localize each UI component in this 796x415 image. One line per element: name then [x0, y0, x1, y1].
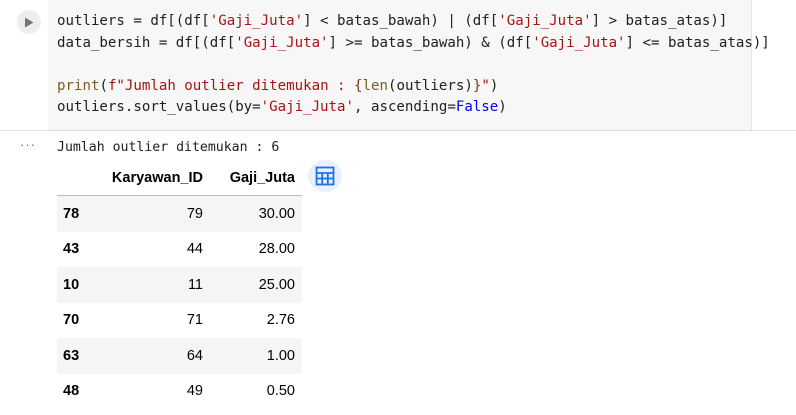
cell-output-separator — [0, 130, 796, 131]
row-index-cell: 10 — [57, 267, 98, 303]
more-horizontal-icon: ··· — [20, 137, 36, 152]
table-row: 70 71 2.76 — [57, 302, 302, 338]
code-token: (outliers) — [387, 77, 473, 94]
table-cell: 25.00 — [210, 267, 302, 303]
code-line: print(f"Jumlah outlier ditemukan : {len(… — [57, 76, 770, 98]
code-token: ) — [489, 77, 499, 94]
column-header-karyawan-id: Karyawan_ID — [98, 160, 210, 196]
table-row: 48 49 0.50 — [57, 373, 302, 409]
row-index-cell: 43 — [57, 231, 98, 267]
row-index-cell: 48 — [57, 373, 98, 409]
code-token: 'Gaji_Juta' — [498, 13, 592, 29]
code-token: print — [57, 77, 100, 94]
code-editor[interactable]: outliers = df[(df['Gaji_Juta'] < batas_b… — [57, 11, 770, 119]
table-cell: 2.76 — [210, 302, 302, 338]
table-cell: 11 — [98, 267, 210, 303]
code-token: ] <= batas_atas)] — [625, 34, 770, 51]
table-icon — [315, 166, 335, 186]
table-cell: 64 — [98, 338, 210, 374]
code-token: data_bersih = df[(df[ — [57, 34, 236, 51]
row-index-cell: 78 — [57, 195, 98, 232]
table-row: 10 11 25.00 — [57, 267, 302, 303]
code-token: " — [481, 77, 490, 94]
table-row: 63 64 1.00 — [57, 338, 302, 374]
code-line: outliers = df[(df['Gaji_Juta'] < batas_b… — [57, 11, 770, 33]
dataframe-table: Karyawan_ID Gaji_Juta 78 79 30.00 43 44 28.00… — [57, 160, 302, 409]
code-token: 'Gaji_Juta' — [235, 34, 329, 51]
output-text: Jumlah outlier ditemukan : 6 — [57, 140, 280, 155]
code-token: ] > batas_atas)] — [591, 13, 728, 29]
code-token: outliers.sort_values(by= — [57, 99, 261, 115]
code-token: 'Gaji_Juta' — [532, 34, 626, 51]
code-cell[interactable]: outliers = df[(df['Gaji_Juta'] < batas_b… — [0, 0, 796, 130]
play-icon — [25, 17, 34, 27]
run-cell-button[interactable] — [17, 10, 41, 34]
code-line: outliers.sort_values(by='Gaji_Juta', asc… — [57, 97, 770, 119]
column-header-gaji-juta: Gaji_Juta — [210, 160, 302, 196]
code-token: { — [354, 77, 363, 94]
code-token: False — [455, 99, 499, 115]
code-token: , ascending= — [354, 99, 456, 115]
code-token: f"Jumlah outlier ditemukan : — [107, 77, 355, 94]
code-token: 'Gaji_Juta' — [209, 13, 304, 29]
row-index-cell: 63 — [57, 338, 98, 374]
table-cell: 49 — [98, 373, 210, 409]
convert-to-interactive-table-button[interactable] — [308, 160, 342, 192]
table-cell: 44 — [98, 231, 210, 267]
code-token: ] >= batas_bawah) & (df[ — [328, 34, 533, 51]
output-menu-button[interactable]: ··· — [20, 137, 36, 152]
code-token: ] < batas_bawah) | (df[ — [303, 13, 499, 29]
table-row: 43 44 28.00 — [57, 231, 302, 267]
table-cell: 79 — [98, 195, 210, 232]
index-header — [57, 160, 98, 196]
table-header-row: Karyawan_ID Gaji_Juta — [57, 160, 302, 196]
code-line: data_bersih = df[(df['Gaji_Juta'] >= bat… — [57, 33, 770, 55]
table-cell: 0.50 — [210, 373, 302, 409]
code-token: ) — [498, 99, 507, 115]
table-cell: 71 — [98, 302, 210, 338]
code-token: ( — [99, 77, 108, 94]
table-cell: 30.00 — [210, 195, 302, 232]
table-cell: 28.00 — [210, 231, 302, 267]
table-cell: 1.00 — [210, 338, 302, 374]
code-token: outliers = df[(df[ — [57, 13, 210, 29]
code-token: 'Gaji_Juta' — [260, 99, 354, 115]
row-index-cell: 70 — [57, 302, 98, 338]
code-token: len — [362, 77, 388, 94]
table-row: 78 79 30.00 — [57, 195, 302, 232]
